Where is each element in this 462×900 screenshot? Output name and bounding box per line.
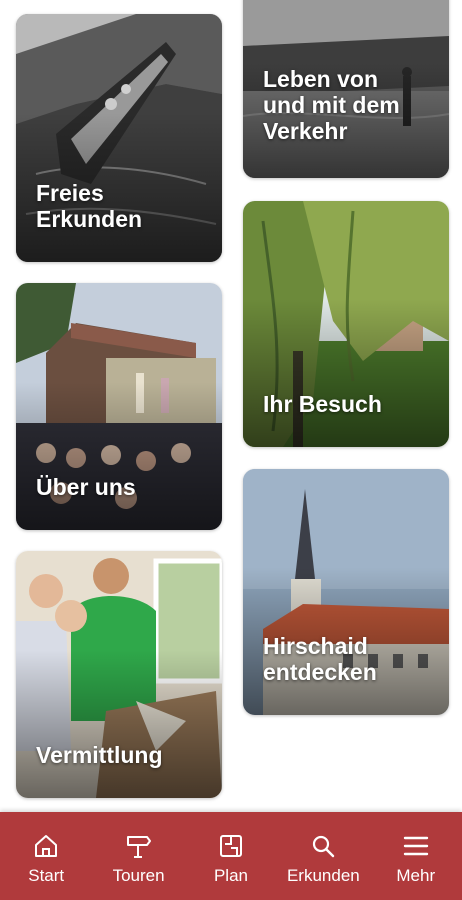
nav-label: Start xyxy=(28,866,65,885)
tile-label: Vermittlung xyxy=(36,742,163,768)
nav-plan[interactable]: Plan xyxy=(187,812,275,900)
tile-label: Hirschaid entdecken xyxy=(263,633,377,685)
search-icon xyxy=(309,832,337,860)
tile-label: Über uns xyxy=(36,474,136,500)
bottom-navigation-bar: Start Touren Plan Erkunden Mehr xyxy=(0,812,462,900)
tile-label: Leben von und mit dem Verkehr xyxy=(263,66,400,144)
home-icon xyxy=(32,832,60,860)
tile-shade xyxy=(16,649,222,798)
signpost-icon xyxy=(125,832,153,860)
nav-touren[interactable]: Touren xyxy=(95,812,183,900)
nav-label: Erkunden xyxy=(286,866,360,885)
tile-freies-erkunden[interactable]: Freies Erkunden xyxy=(16,14,222,262)
tile-ueber-uns[interactable]: Über uns xyxy=(16,283,222,530)
nav-erkunden[interactable]: Erkunden xyxy=(279,812,367,900)
nav-label: Plan xyxy=(213,866,248,885)
map-icon xyxy=(217,832,245,860)
tile-label: Freies Erkunden xyxy=(36,180,143,232)
tile-verkehr[interactable]: Leben von und mit dem Verkehr xyxy=(243,0,449,178)
tile-vermittlung[interactable]: Vermittlung xyxy=(16,551,222,798)
nav-label: Mehr xyxy=(396,866,436,885)
tile-label: Ihr Besuch xyxy=(263,391,382,417)
tile-ihr-besuch[interactable]: Ihr Besuch xyxy=(243,201,449,447)
tile-grid: Freies Erkunden Leben von und mit dem Ve… xyxy=(0,0,462,812)
nav-label: Touren xyxy=(112,866,165,885)
menu-icon xyxy=(402,832,430,860)
tile-hirschaid[interactable]: Hirschaid entdecken xyxy=(243,469,449,715)
nav-mehr[interactable]: Mehr xyxy=(372,812,460,900)
nav-start[interactable]: Start xyxy=(2,812,90,900)
tile-shade xyxy=(16,381,222,530)
tile-shade xyxy=(243,299,449,447)
